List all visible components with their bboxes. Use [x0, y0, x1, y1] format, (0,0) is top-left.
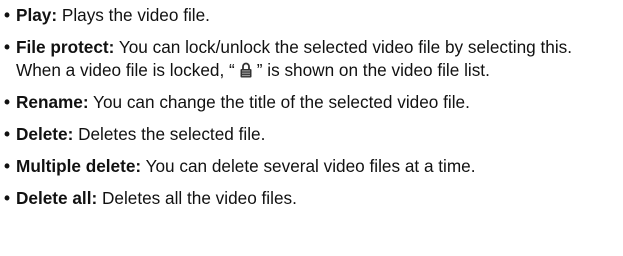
list-item-delete: • Delete: Deletes the selected file.: [4, 123, 616, 146]
item-term: Delete all:: [16, 188, 98, 208]
item-description: Deletes all the video files.: [97, 188, 297, 208]
list-item-multiple-delete: • Multiple delete: You can delete severa…: [4, 155, 616, 178]
item-description: Deletes the selected file.: [73, 124, 266, 144]
bullet: •: [4, 156, 11, 176]
list-item-rename: • Rename: You can change the title of th…: [4, 91, 616, 114]
list-item-delete-all: • Delete all: Deletes all the video file…: [4, 187, 616, 210]
item-term: File protect:: [16, 37, 115, 57]
item-description: You can change the title of the selected…: [88, 92, 470, 112]
item-term: Rename:: [16, 92, 89, 112]
bullet: •: [4, 92, 11, 112]
lock-icon: [237, 61, 255, 79]
list-item-file-protect: • File protect: You can lock/unlock the …: [4, 36, 616, 82]
bullet: •: [4, 124, 11, 144]
bullet: •: [4, 37, 11, 57]
item-description: You can delete several video files at a …: [141, 156, 476, 176]
bullet: •: [4, 5, 11, 25]
item-description: Plays the video file.: [57, 5, 210, 25]
item-term: Delete:: [16, 124, 74, 144]
list-item-play: • Play: Plays the video file.: [4, 4, 616, 27]
bullet: •: [4, 188, 11, 208]
item-description-end: ” is shown on the video file list.: [256, 60, 490, 80]
item-term: Play:: [16, 5, 58, 25]
menu-options-list: • Play: Plays the video file. • File pro…: [4, 4, 616, 210]
item-term: Multiple delete:: [16, 156, 142, 176]
